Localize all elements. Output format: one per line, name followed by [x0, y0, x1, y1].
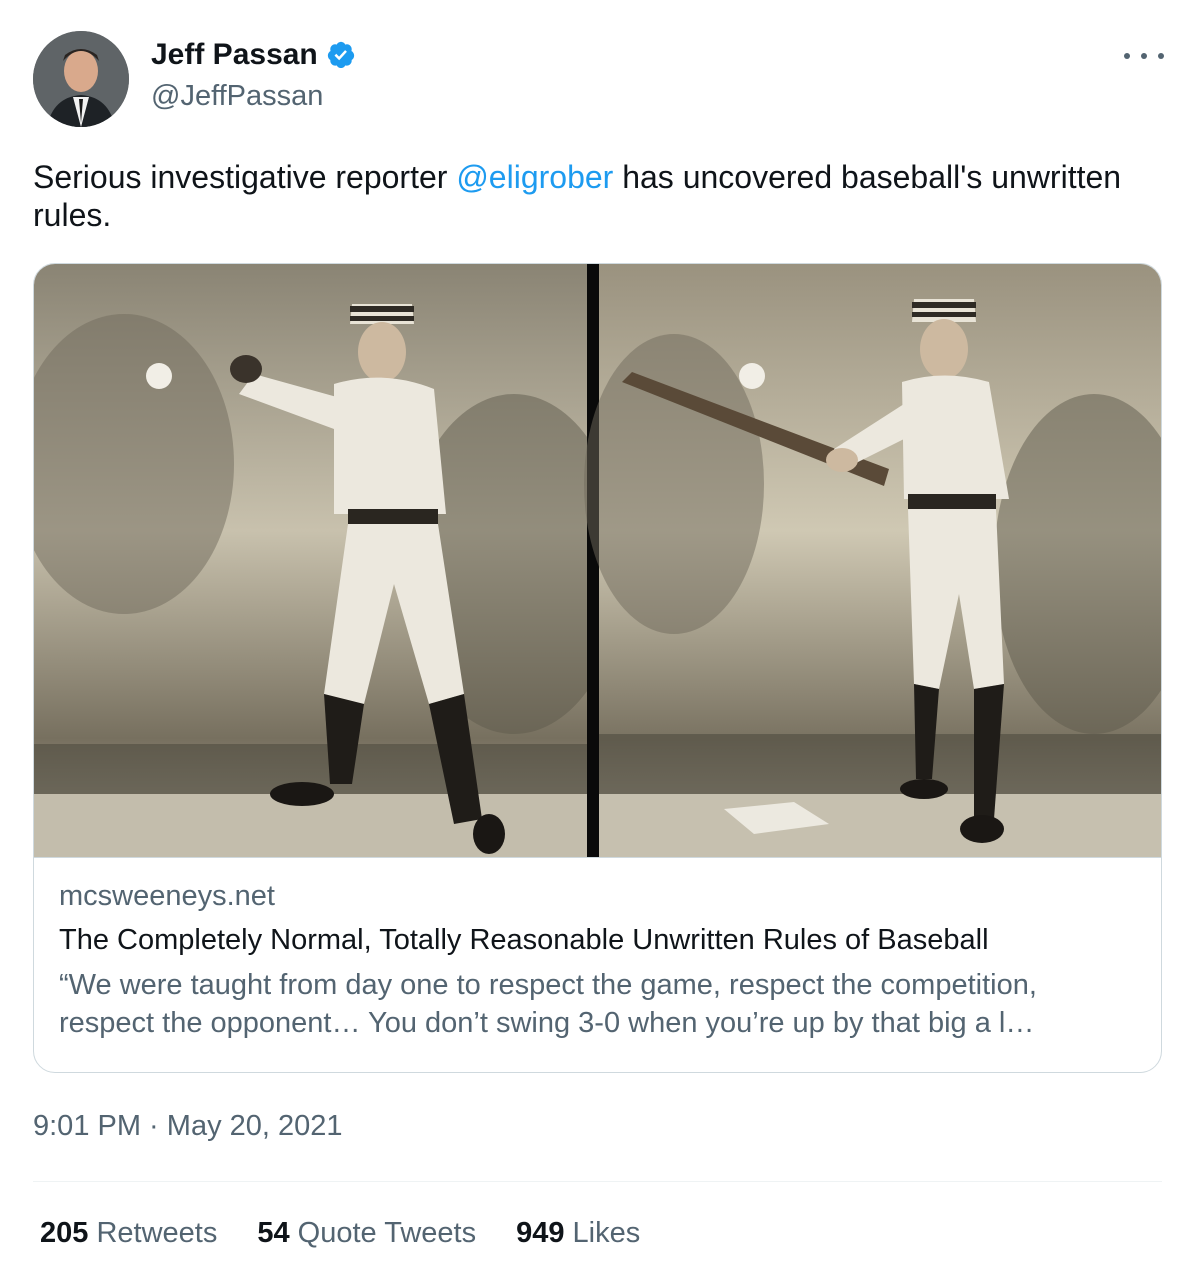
- timestamp-date: May 20, 2021: [166, 1110, 343, 1142]
- card-body: mcsweeneys.net The Completely Normal, To…: [34, 857, 1161, 1072]
- more-options-icon[interactable]: [1124, 44, 1164, 68]
- likes-label: Likes: [572, 1217, 641, 1249]
- author-name[interactable]: Jeff Passan: [151, 38, 318, 72]
- tweet-text: Serious investigative reporter @eligrobe…: [33, 158, 1153, 234]
- card-domain: mcsweeneys.net: [59, 880, 275, 912]
- dot-icon: [1124, 53, 1130, 59]
- timestamp-time: 9:01 PM: [33, 1110, 141, 1142]
- quote-tweets-stat[interactable]: 54 Quote Tweets: [257, 1217, 476, 1250]
- link-card[interactable]: mcsweeneys.net The Completely Normal, To…: [33, 263, 1162, 1073]
- mention-link[interactable]: @eligrober: [456, 159, 613, 195]
- divider: [33, 1181, 1162, 1182]
- timestamp-separator: ·: [141, 1110, 167, 1142]
- quote-tweets-count: 54: [257, 1217, 290, 1249]
- retweets-stat[interactable]: 205 Retweets: [40, 1217, 217, 1250]
- card-title: The Completely Normal, Totally Reasonabl…: [59, 924, 989, 956]
- engagement-stats: 205 Retweets 54 Quote Tweets 949 Likes: [40, 1217, 680, 1250]
- avatar-photo: [33, 31, 129, 127]
- verified-badge-icon: [327, 41, 354, 69]
- baseball-photos-image: [34, 264, 1161, 857]
- author-name-row: Jeff Passan: [151, 38, 356, 72]
- card-image: [34, 264, 1161, 857]
- likes-count: 949: [516, 1217, 565, 1249]
- quote-tweets-label: Quote Tweets: [297, 1217, 477, 1249]
- likes-stat[interactable]: 949 Likes: [516, 1217, 640, 1250]
- retweets-count: 205: [40, 1217, 89, 1249]
- dot-icon: [1158, 53, 1164, 59]
- author-handle[interactable]: @JeffPassan: [151, 80, 323, 113]
- author-avatar[interactable]: [33, 31, 129, 127]
- retweets-label: Retweets: [96, 1217, 218, 1249]
- tweet-timestamp[interactable]: 9:01 PM · May 20, 2021: [33, 1110, 343, 1143]
- card-description: “We were taught from day one to respect …: [59, 969, 1037, 1039]
- dot-icon: [1141, 53, 1147, 59]
- tweet-text-before: Serious investigative reporter: [33, 159, 457, 195]
